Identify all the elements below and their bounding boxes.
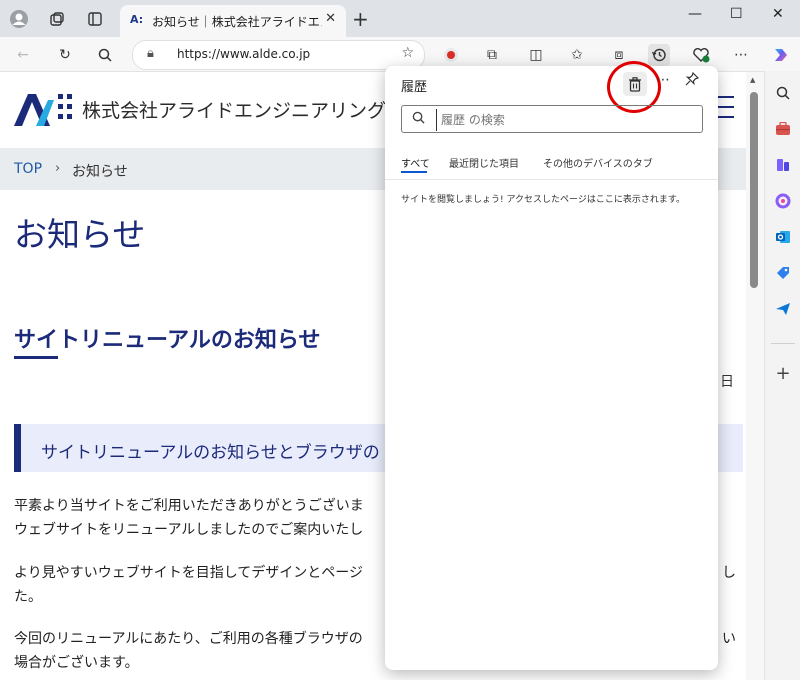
address-bar[interactable]: 🔒︎ https://www.alde.co.jp ☆: [132, 40, 425, 70]
lock-icon[interactable]: 🔒︎: [147, 46, 154, 61]
outlook-icon[interactable]: [773, 227, 793, 247]
favorites-icon[interactable]: ✩: [566, 44, 588, 66]
panel-divider: [385, 179, 718, 180]
pin-panel-icon[interactable]: [685, 71, 700, 90]
scroll-up-icon[interactable]: ▲: [750, 76, 755, 84]
breadcrumb-separator: ›: [55, 161, 61, 176]
new-tab-button[interactable]: +: [352, 7, 369, 31]
site-favicon-icon: A:: [130, 13, 144, 26]
history-empty-message: サイトを閲覧しましょう! アクセスしたページはここに表示されます。: [401, 195, 685, 205]
paragraph-fragment: し: [722, 565, 736, 581]
extensions-puzzle-icon[interactable]: ⧉: [481, 44, 503, 66]
games-icon[interactable]: [773, 155, 793, 175]
paragraph-line: た。: [14, 589, 42, 605]
tab-strip: A: お知らせ｜株式会社アライドエンジニ ✕ + — ☐ ✕: [0, 0, 800, 37]
workspaces-icon[interactable]: [46, 8, 68, 30]
tab-close-icon[interactable]: ✕: [325, 11, 336, 26]
paragraph-line: 場合がございます。: [14, 655, 139, 671]
history-more-options-icon[interactable]: ⋯: [656, 72, 670, 88]
paragraph-line: より見やすいウェブサイトを目指してデザインとページ: [14, 565, 364, 581]
article-date: 日: [720, 374, 734, 390]
microsoft365-icon[interactable]: [773, 191, 793, 211]
company-logo-icon[interactable]: [14, 88, 74, 128]
breadcrumb-top-link[interactable]: TOP: [14, 161, 42, 177]
window-close-button[interactable]: ✕: [772, 6, 784, 22]
tab-all[interactable]: すべて: [401, 155, 430, 170]
article-title: サイトリニューアルのお知らせ: [14, 328, 321, 353]
tab-recently-closed[interactable]: 最近閉じた項目: [449, 155, 519, 170]
edge-sidebar: +: [764, 71, 800, 680]
page-title: お知らせ: [14, 215, 146, 254]
extension-shield-icon[interactable]: [440, 44, 462, 66]
search-icon[interactable]: [94, 44, 116, 66]
title-underline: [14, 356, 58, 359]
history-panel: 履歴 ⋯ すべて 最近閉じた項目 その他のデバイスのタブ サイトを閲覧しましょう…: [385, 61, 718, 670]
history-panel-title: 履歴: [401, 80, 428, 95]
tools-briefcase-icon[interactable]: [773, 119, 793, 139]
send-icon[interactable]: [773, 299, 793, 319]
history-search-input[interactable]: [436, 109, 693, 131]
maximize-button[interactable]: ☐: [730, 6, 743, 22]
sidebar-divider: [771, 343, 795, 344]
settings-more-icon[interactable]: ⋯: [730, 44, 752, 66]
paragraph-line: 今回のリニューアルにあたり、ご利用の各種ブラウザの: [14, 631, 363, 647]
breadcrumb-current: お知らせ: [72, 164, 128, 180]
sidebar-search-icon[interactable]: [773, 83, 793, 103]
page-scrollbar[interactable]: ▲: [746, 72, 764, 680]
minimize-button[interactable]: —: [688, 6, 702, 22]
active-tab[interactable]: A: お知らせ｜株式会社アライドエンジニ ✕: [120, 5, 346, 37]
favorite-star-icon[interactable]: ☆: [401, 45, 414, 61]
refresh-icon[interactable]: ↻: [54, 44, 76, 66]
add-sidebar-app-icon[interactable]: +: [773, 363, 793, 384]
paragraph-fragment: い: [722, 631, 736, 647]
address-url[interactable]: https://www.alde.co.jp: [177, 47, 310, 61]
back-arrow-icon[interactable]: ←: [12, 44, 34, 66]
history-search-icon: [412, 111, 425, 128]
profile-avatar-icon[interactable]: [8, 8, 30, 30]
active-tab-underline: [401, 171, 427, 173]
copilot-icon[interactable]: [770, 44, 792, 66]
company-name[interactable]: 株式会社アライドエンジニアリング: [82, 96, 386, 123]
history-button[interactable]: [648, 44, 670, 66]
vertical-tabs-icon[interactable]: [84, 8, 106, 30]
paragraph-line: 平素より当サイトをご利用いただきありがとうございま: [14, 498, 364, 514]
scrollbar-thumb[interactable]: [750, 92, 758, 288]
paragraph-line: ウェブサイトをリニューアルしましたのでご案内いたし: [14, 522, 364, 538]
split-screen-icon[interactable]: ◫: [525, 44, 547, 66]
shopping-tag-icon[interactable]: [773, 263, 793, 283]
notice-heading: サイトリニューアルのお知らせとブラウザの: [41, 443, 380, 463]
history-search-box[interactable]: [401, 105, 703, 133]
tab-title: お知らせ｜株式会社アライドエンジニ: [152, 15, 322, 29]
tab-other-devices[interactable]: その他のデバイスのタブ: [543, 155, 653, 170]
browser-essentials-icon[interactable]: [690, 44, 712, 66]
